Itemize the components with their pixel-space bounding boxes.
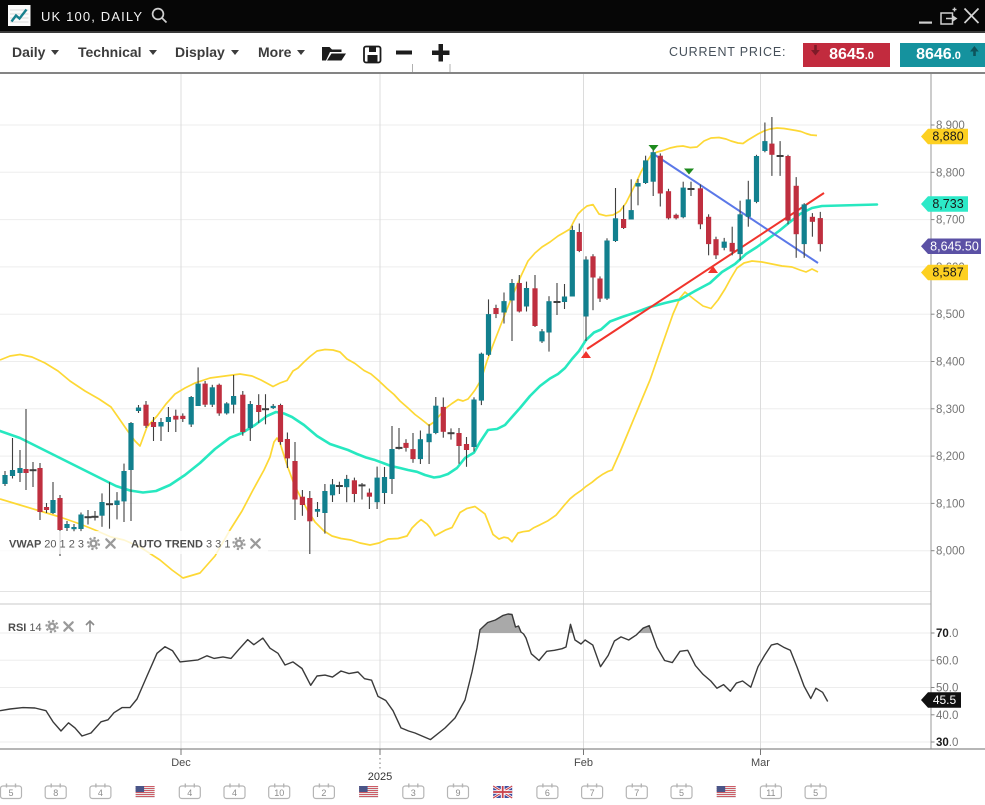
svg-text:Feb: Feb xyxy=(574,757,593,769)
svg-text:8,800: 8,800 xyxy=(936,167,965,179)
svg-text:7: 7 xyxy=(590,788,595,798)
svg-text:2: 2 xyxy=(321,788,326,798)
svg-text:4: 4 xyxy=(187,788,192,798)
svg-text:8,645.50: 8,645.50 xyxy=(930,239,979,253)
svg-text:VWAP 20 1 2 3: VWAP 20 1 2 3 xyxy=(9,539,84,551)
svg-text:11: 11 xyxy=(766,788,775,798)
svg-text:8,587: 8,587 xyxy=(932,266,963,280)
svg-text:10: 10 xyxy=(274,788,284,798)
svg-text:60.0: 60.0 xyxy=(936,655,958,667)
svg-text:8,733: 8,733 xyxy=(932,197,963,211)
svg-text:AUTO TREND 3 3 1: AUTO TREND 3 3 1 xyxy=(131,539,230,551)
svg-text:5: 5 xyxy=(813,788,818,798)
svg-text:8,700: 8,700 xyxy=(936,215,965,227)
svg-text:70.0: 70.0 xyxy=(936,628,958,640)
svg-text:45.5: 45.5 xyxy=(933,693,957,707)
svg-text:8,880: 8,880 xyxy=(932,130,963,144)
svg-text:Mar: Mar xyxy=(751,757,770,769)
svg-text:RSI 14: RSI 14 xyxy=(8,622,42,634)
svg-text:7: 7 xyxy=(634,788,639,798)
svg-text:8,300: 8,300 xyxy=(936,404,965,416)
svg-text:5: 5 xyxy=(8,788,13,798)
svg-text:Dec: Dec xyxy=(171,757,191,769)
svg-text:8: 8 xyxy=(53,788,58,798)
svg-text:8,400: 8,400 xyxy=(936,357,965,369)
svg-text:8,100: 8,100 xyxy=(936,498,965,510)
svg-text:2025: 2025 xyxy=(368,771,392,783)
svg-text:6: 6 xyxy=(545,788,550,798)
svg-text:3: 3 xyxy=(411,788,416,798)
svg-text:8,500: 8,500 xyxy=(936,309,965,321)
svg-text:5: 5 xyxy=(679,788,684,798)
svg-text:8,200: 8,200 xyxy=(936,451,965,463)
svg-text:9: 9 xyxy=(455,788,460,798)
svg-text:8,000: 8,000 xyxy=(936,546,965,558)
svg-text:40.0: 40.0 xyxy=(936,710,958,722)
svg-text:30.0: 30.0 xyxy=(936,737,958,749)
svg-text:4: 4 xyxy=(232,788,237,798)
svg-text:4: 4 xyxy=(98,788,103,798)
